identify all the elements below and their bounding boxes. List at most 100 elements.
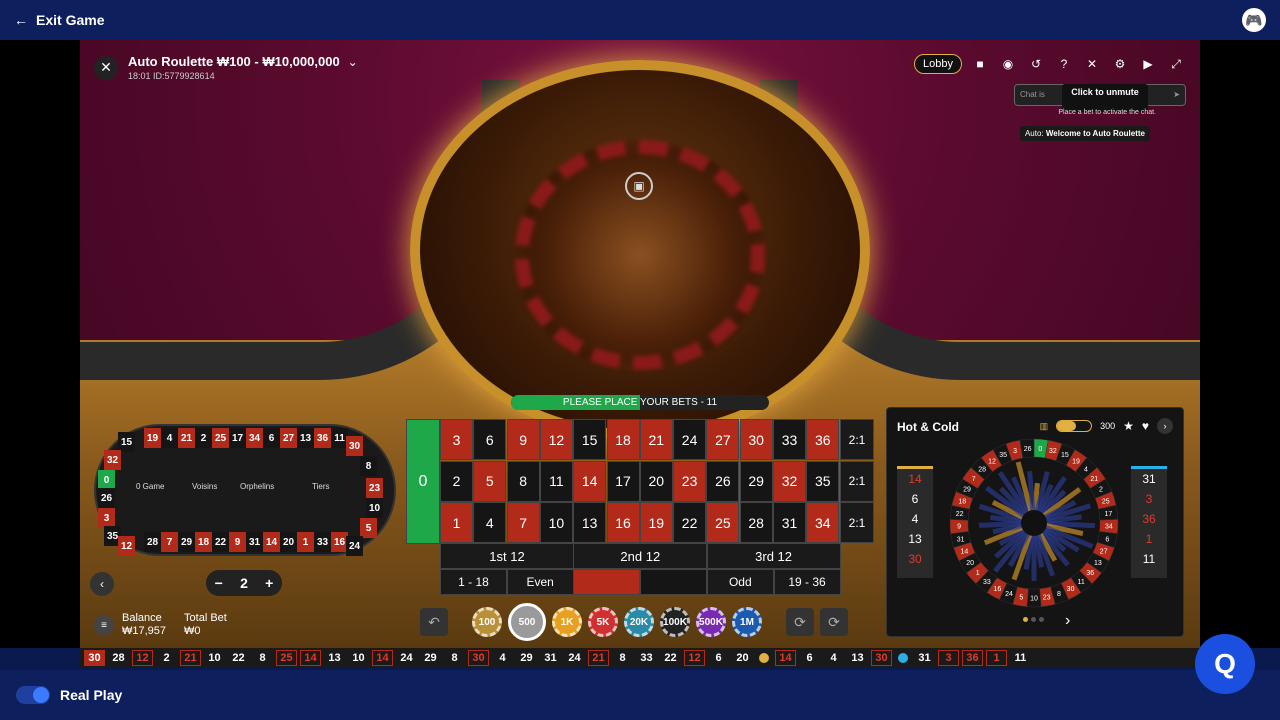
help-icon[interactable]: ?: [1054, 54, 1074, 74]
camera-icon[interactable]: ▣: [625, 172, 653, 200]
racetrack-number[interactable]: 0: [98, 470, 115, 490]
column-bet[interactable]: 2:1: [840, 502, 874, 543]
bet-cell[interactable]: 18: [606, 419, 640, 460]
send-icon[interactable]: ➤: [1173, 90, 1180, 99]
video-icon[interactable]: ▶: [1138, 54, 1158, 74]
dozen-bet[interactable]: 2nd 12: [573, 543, 708, 569]
bet-cell-zero[interactable]: 0: [406, 419, 440, 544]
even-bet[interactable]: [640, 569, 708, 595]
racetrack-number[interactable]: 14: [263, 532, 280, 552]
bet-cell[interactable]: 12: [539, 419, 573, 460]
chat-icon[interactable]: ■: [970, 54, 990, 74]
bet-cell[interactable]: 21: [639, 419, 673, 460]
bet-cell[interactable]: 26: [706, 460, 740, 502]
racetrack-number[interactable]: 9: [229, 532, 246, 552]
racetrack-number[interactable]: 15: [118, 432, 135, 452]
bet-cell[interactable]: 28: [739, 502, 773, 543]
bet-cell[interactable]: 8: [506, 460, 540, 502]
racetrack[interactable]: 19 4 21 2 25 17 34 6 27 13 36 11 28 7 29 18 22 9 31 14 20 1 33…: [94, 424, 396, 556]
lobby-button[interactable]: Lobby: [914, 54, 962, 74]
racetrack-number[interactable]: 31: [246, 532, 263, 552]
bet-cell[interactable]: 4: [473, 502, 507, 543]
chip-1M[interactable]: 1M: [732, 607, 762, 637]
racetrack-number[interactable]: 1: [297, 532, 314, 552]
racetrack-number[interactable]: 10: [366, 498, 383, 518]
star-icon[interactable]: ★: [1123, 419, 1134, 433]
bet-cell[interactable]: 6: [473, 419, 507, 460]
racetrack-number[interactable]: 25: [212, 428, 229, 448]
heart-icon[interactable]: ♥: [1142, 419, 1149, 433]
even-bet[interactable]: 19 - 36: [773, 569, 841, 595]
racetrack-section[interactable]: Voisins: [192, 482, 217, 491]
racetrack-number[interactable]: 34: [246, 428, 263, 448]
chip-100[interactable]: 100: [472, 607, 502, 637]
even-bet[interactable]: Even: [506, 569, 574, 595]
pager-dots[interactable]: [1023, 617, 1044, 622]
bet-cell[interactable]: 19: [639, 502, 673, 543]
racetrack-number[interactable]: 32: [104, 450, 121, 470]
undo-button[interactable]: ↶: [420, 608, 448, 636]
racetrack-number[interactable]: 28: [144, 532, 161, 552]
bet-cell[interactable]: 13: [573, 502, 607, 543]
bet-cell[interactable]: 16: [606, 502, 640, 543]
racetrack-number[interactable]: 29: [178, 532, 195, 552]
bet-cell[interactable]: 14: [573, 460, 607, 502]
racetrack-number[interactable]: 6: [263, 428, 280, 448]
history-icon[interactable]: ↺: [1026, 54, 1046, 74]
real-play-toggle[interactable]: [16, 686, 50, 704]
bet-cell[interactable]: 32: [773, 460, 806, 502]
chip-1K[interactable]: 1K: [552, 607, 582, 637]
racetrack-number[interactable]: 8: [360, 456, 377, 476]
racetrack-number[interactable]: 12: [118, 536, 135, 556]
bet-cell[interactable]: 9: [506, 419, 540, 460]
chevron-right-icon[interactable]: ›: [1065, 612, 1070, 630]
dozen-bet[interactable]: 1st 12: [440, 543, 574, 569]
bet-cell[interactable]: 5: [473, 460, 507, 502]
stats-icon[interactable]: ▥: [1040, 421, 1049, 432]
racetrack-number[interactable]: 7: [161, 532, 178, 552]
column-bet[interactable]: 2:1: [840, 460, 874, 502]
headset-icon[interactable]: ◉: [998, 54, 1018, 74]
bet-cell[interactable]: 23: [673, 460, 707, 502]
chip-100K[interactable]: 100K: [660, 607, 690, 637]
even-bet[interactable]: 1 - 18: [440, 569, 507, 595]
bet-cell[interactable]: 3: [440, 419, 473, 460]
racetrack-number[interactable]: 27: [280, 428, 297, 448]
games-slider[interactable]: [1056, 420, 1093, 432]
racetrack-number[interactable]: 21: [178, 428, 195, 448]
minus-button[interactable]: −: [215, 575, 223, 591]
bet-cell[interactable]: 30: [739, 419, 773, 460]
bet-cell[interactable]: 27: [706, 419, 740, 460]
racetrack-number[interactable]: 13: [297, 428, 314, 448]
bet-cell[interactable]: 17: [606, 460, 640, 502]
bet-cell[interactable]: 36: [806, 419, 840, 460]
racetrack-number[interactable]: 3: [98, 508, 115, 528]
bet-cell[interactable]: 29: [739, 460, 773, 502]
chevron-right-icon[interactable]: ›: [1157, 418, 1173, 434]
racetrack-number[interactable]: 24: [346, 536, 363, 556]
exit-game-button[interactable]: ← Exit Game: [14, 12, 104, 28]
bet-cell[interactable]: 24: [673, 419, 707, 460]
double-button[interactable]: ⟳: [820, 608, 848, 636]
bet-cell[interactable]: 11: [539, 460, 573, 502]
racetrack-section[interactable]: Tiers: [312, 482, 329, 491]
racetrack-number[interactable]: 22: [212, 532, 229, 552]
racetrack-number[interactable]: 5: [360, 518, 377, 538]
bet-cell[interactable]: 22: [673, 502, 707, 543]
racetrack-number[interactable]: 36: [314, 428, 331, 448]
racetrack-number[interactable]: 23: [366, 478, 383, 498]
racetrack-number[interactable]: 17: [229, 428, 246, 448]
plus-button[interactable]: +: [265, 575, 273, 591]
column-bet[interactable]: 2:1: [840, 419, 874, 460]
bet-cell[interactable]: 33: [773, 419, 806, 460]
racetrack-number[interactable]: 4: [161, 428, 178, 448]
bet-cell[interactable]: 31: [773, 502, 806, 543]
chevron-left-icon[interactable]: ‹: [90, 572, 114, 596]
chip-500[interactable]: 500: [508, 603, 546, 641]
gamepad-icon[interactable]: 🎮: [1242, 8, 1266, 32]
bet-cell[interactable]: 35: [806, 460, 840, 502]
neighbour-stepper[interactable]: − 2 +: [206, 570, 282, 596]
settings-icon[interactable]: ⚙: [1110, 54, 1130, 74]
bet-cell[interactable]: 15: [573, 419, 607, 460]
fullscreen-icon[interactable]: ⤢: [1166, 54, 1186, 74]
